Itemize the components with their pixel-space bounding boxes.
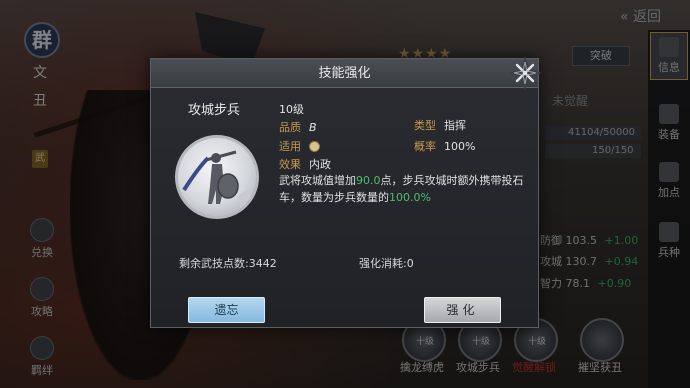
effect-value: 内政 bbox=[309, 158, 331, 171]
skill-level: 10级 bbox=[279, 103, 304, 116]
type-label: 类型 bbox=[414, 119, 436, 132]
dialog-title: 技能强化 bbox=[318, 66, 371, 81]
enhance-button[interactable]: 强化 bbox=[424, 297, 501, 323]
desc-number-2: 100.0% bbox=[389, 191, 431, 204]
type-row: 类型 指挥 bbox=[414, 117, 466, 133]
rate-label: 概率 bbox=[414, 140, 436, 153]
quality-row: 品质 B bbox=[279, 119, 317, 135]
desc-part-1: 武将攻城值增加 bbox=[279, 174, 356, 187]
skill-portrait bbox=[175, 135, 259, 219]
rate-value: 100% bbox=[444, 140, 476, 153]
enhance-cost: 强化消耗:0 bbox=[359, 255, 414, 271]
desc-number-1: 90.0 bbox=[356, 174, 381, 187]
close-icon[interactable] bbox=[512, 60, 538, 86]
remaining-points: 剩余武技点数:3442 bbox=[179, 255, 277, 271]
quality-label: 品质 bbox=[279, 121, 301, 134]
quality-value: B bbox=[309, 121, 317, 134]
effect-label: 效果 bbox=[279, 158, 301, 171]
apply-row: 适用 bbox=[279, 138, 320, 154]
forget-button[interactable]: 遗忘 bbox=[188, 297, 265, 323]
remaining-points-value: 3442 bbox=[248, 257, 277, 270]
skill-description: 武将攻城值增加90.0点，步兵攻城时额外携带投石车，数量为步兵数量的100.0% bbox=[279, 172, 529, 206]
rate-row: 概率 100% bbox=[414, 138, 475, 154]
apply-label: 适用 bbox=[279, 140, 301, 153]
skill-enhance-dialog: 技能强化 攻城步兵 10级 品质 B 类型 指挥 适用 概率 100% 效果 内政 武将… bbox=[150, 56, 542, 328]
effect-row: 效果 内政 bbox=[279, 156, 331, 172]
skill-name: 攻城步兵 bbox=[188, 103, 241, 118]
type-value: 指挥 bbox=[444, 119, 466, 132]
infantry-figure-icon bbox=[182, 150, 252, 208]
enhance-cost-label: 强化消耗: bbox=[359, 257, 407, 270]
weapon-type-icon bbox=[309, 141, 320, 152]
enhance-cost-value: 0 bbox=[406, 257, 414, 270]
remaining-points-label: 剩余武技点数: bbox=[179, 257, 249, 270]
